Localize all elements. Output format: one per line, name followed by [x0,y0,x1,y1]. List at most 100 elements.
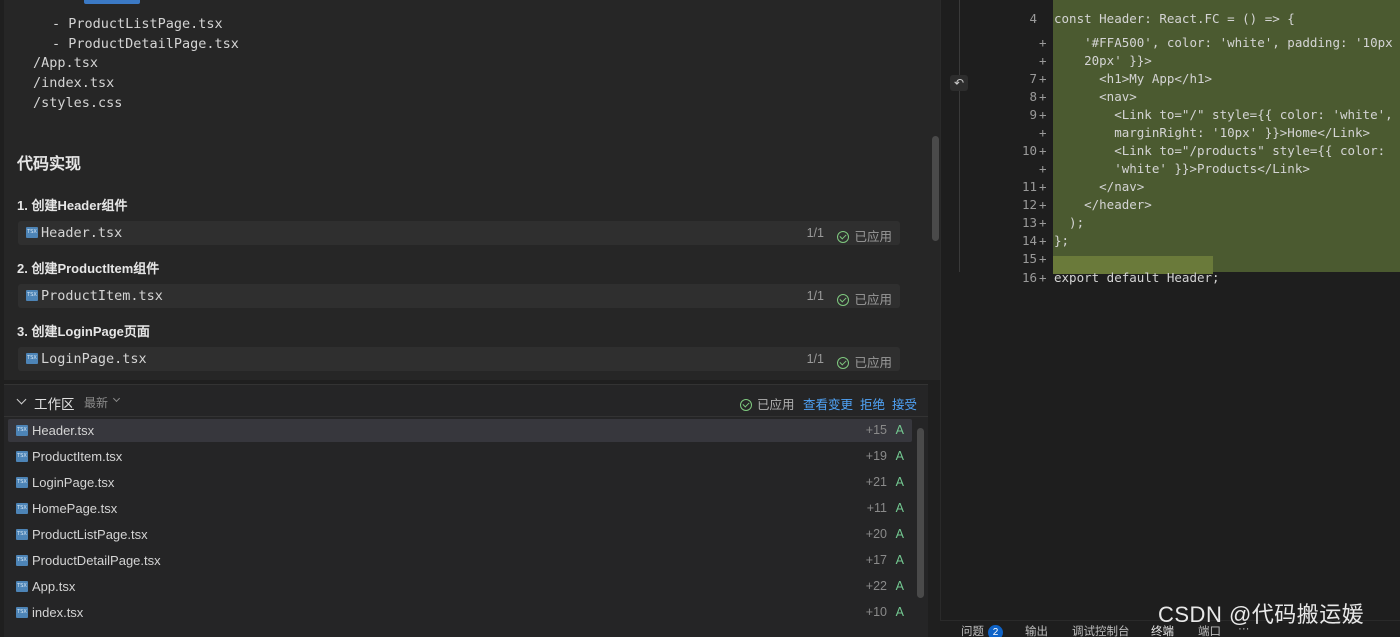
tsx-file-icon: TSX [26,353,38,364]
code-file-card[interactable]: TSX ProductItem.tsx 1/1 已应用 [18,284,900,308]
workspace-header: 工作区 最新 已应用 查看变更 拒绝 接受 [4,385,928,417]
change-count: 1/1 [806,289,824,303]
file-name: HomePage.tsx [32,501,118,516]
tsx-file-icon: TSX [16,607,28,618]
workspace-file-row[interactable]: TSX Header.tsx +15 A [8,419,912,442]
tsx-file-icon: TSX [16,503,28,514]
applied-status: 已应用 [837,226,892,245]
workspace-scrollbar[interactable] [917,428,924,598]
change-count: 1/1 [806,352,824,366]
check-circle-icon [837,294,850,306]
code-line: 14 +}; [1021,233,1070,248]
lines-added: +17 [865,553,887,567]
added-flag: A [895,475,904,489]
reject-button[interactable]: 拒绝 [860,394,885,413]
tsx-file-icon: TSX [16,451,28,462]
lines-added: +21 [865,475,887,489]
added-flag: A [895,527,904,541]
check-circle-icon [837,357,850,369]
workspace-title[interactable]: 工作区 [34,393,75,413]
code-line: 4 const Header: React.FC = () => { [1029,11,1295,26]
step-title: 1. 创建Header组件 [17,198,128,213]
sort-dropdown[interactable]: 最新 [84,394,108,411]
section-heading: 代码实现 [17,156,82,173]
file-name: ProductItem.tsx [32,449,123,464]
added-flag: A [895,449,904,463]
workspace-file-row[interactable]: TSX ProductItem.tsx +19 A [8,445,912,468]
file-name: index.tsx [32,605,84,620]
code-line: + marginRight: '10px' }}>Home</Link> [1039,125,1371,140]
tsx-file-icon: TSX [16,529,28,540]
accept-button[interactable]: 接受 [892,394,917,413]
tsx-file-icon: TSX [26,227,38,238]
view-changes-button[interactable]: 查看变更 [803,394,853,413]
code-line: 7 + <h1>My App</h1> [1029,71,1213,86]
tab-debug-console[interactable]: 调试控制台 [1072,623,1130,637]
code-file-card[interactable]: TSX Header.tsx 1/1 已应用 [18,221,900,245]
file-name: ProductListPage.tsx [32,527,148,542]
chat-pane: - ProductListPage.tsx - ProductDetailPag… [0,0,940,637]
workspace-panel: 工作区 最新 已应用 查看变更 拒绝 接受 TSX Header.tsx +15… [4,384,928,637]
code-line: 11 + </nav> [1021,179,1145,194]
code-line: 8 + <nav> [1029,89,1137,104]
selection-highlight [84,0,140,4]
added-flag: A [895,423,904,437]
lines-added: +22 [865,579,887,593]
tree-line: /App.tsx [33,55,99,71]
added-flag: A [895,579,904,593]
code-line: 9 + <Link to="/" style={{ color: 'white', [1029,107,1393,122]
tsx-file-icon: TSX [16,477,28,488]
file-name: LoginPage.tsx [41,351,147,367]
lines-added: +10 [865,605,887,619]
tree-line: /styles.css [33,95,123,111]
problems-count-badge: 2 [988,625,1003,637]
tab-output[interactable]: 输出 [1025,623,1048,637]
tsx-file-icon: TSX [16,581,28,592]
code-line: 15 + [1021,251,1047,266]
workspace-file-row[interactable]: TSX LoginPage.tsx +21 A [8,471,912,494]
code-line: 12 + </header> [1021,197,1152,212]
code-editor[interactable]: ↶ 4 const Header: React.FC = () => { + '#… [940,0,1400,620]
file-name: LoginPage.tsx [32,475,115,490]
workspace-file-row[interactable]: TSX index.tsx +10 A [8,601,912,624]
workspace-status: 已应用 [740,394,795,413]
applied-status: 已应用 [837,352,892,371]
lines-added: +15 [865,423,887,437]
tsx-file-icon: TSX [26,290,38,301]
tsx-file-icon: TSX [16,425,28,436]
file-name: App.tsx [32,579,76,594]
lines-added: +20 [865,527,887,541]
code-line: 10 + <Link to="/products" style={{ color: [1021,143,1386,158]
applied-status: 已应用 [837,289,892,308]
workspace-file-row[interactable]: TSX ProductListPage.tsx +20 A [8,523,912,546]
tree-line: - ProductDetailPage.tsx [52,36,239,52]
workspace-file-row[interactable]: TSX HomePage.tsx +11 A [8,497,912,520]
chevron-down-icon[interactable] [112,394,121,403]
check-circle-icon [740,399,752,411]
tsx-file-icon: TSX [16,555,28,566]
added-flag: A [895,501,904,515]
watermark: CSDN @代码搬运媛 [1158,602,1365,627]
workspace-file-row[interactable]: TSX ProductDetailPage.tsx +17 A [8,549,912,572]
code-line: 13 + ); [1021,215,1085,230]
chat-scrollbar[interactable] [932,136,939,241]
lines-added: +19 [865,449,887,463]
file-name: ProductDetailPage.tsx [32,553,161,568]
code-line: + 'white' }}>Products</Link> [1039,161,1310,176]
code-line: + '#FFA500', color: 'white', padding: '1… [1039,35,1393,50]
step-title: 2. 创建ProductItem组件 [17,261,160,276]
code-line: + 20px' }}> [1039,53,1152,68]
chevron-down-icon[interactable] [16,394,27,405]
code-file-card[interactable]: TSX LoginPage.tsx 1/1 已应用 [18,347,900,371]
tree-line: - ProductListPage.tsx [52,16,223,32]
change-count: 1/1 [806,226,824,240]
check-circle-icon [837,231,850,243]
file-name: ProductItem.tsx [41,288,163,304]
workspace-file-row[interactable]: TSX App.tsx +22 A [8,575,912,598]
code-line: 16 + export default Header; [1021,270,1220,285]
tree-line: /index.tsx [33,75,115,91]
chat-message: - ProductListPage.tsx - ProductDetailPag… [4,0,940,380]
step-title: 3. 创建LoginPage页面 [17,324,150,339]
file-name: Header.tsx [41,225,123,241]
tab-problems[interactable]: 问题 2 [961,623,1003,637]
